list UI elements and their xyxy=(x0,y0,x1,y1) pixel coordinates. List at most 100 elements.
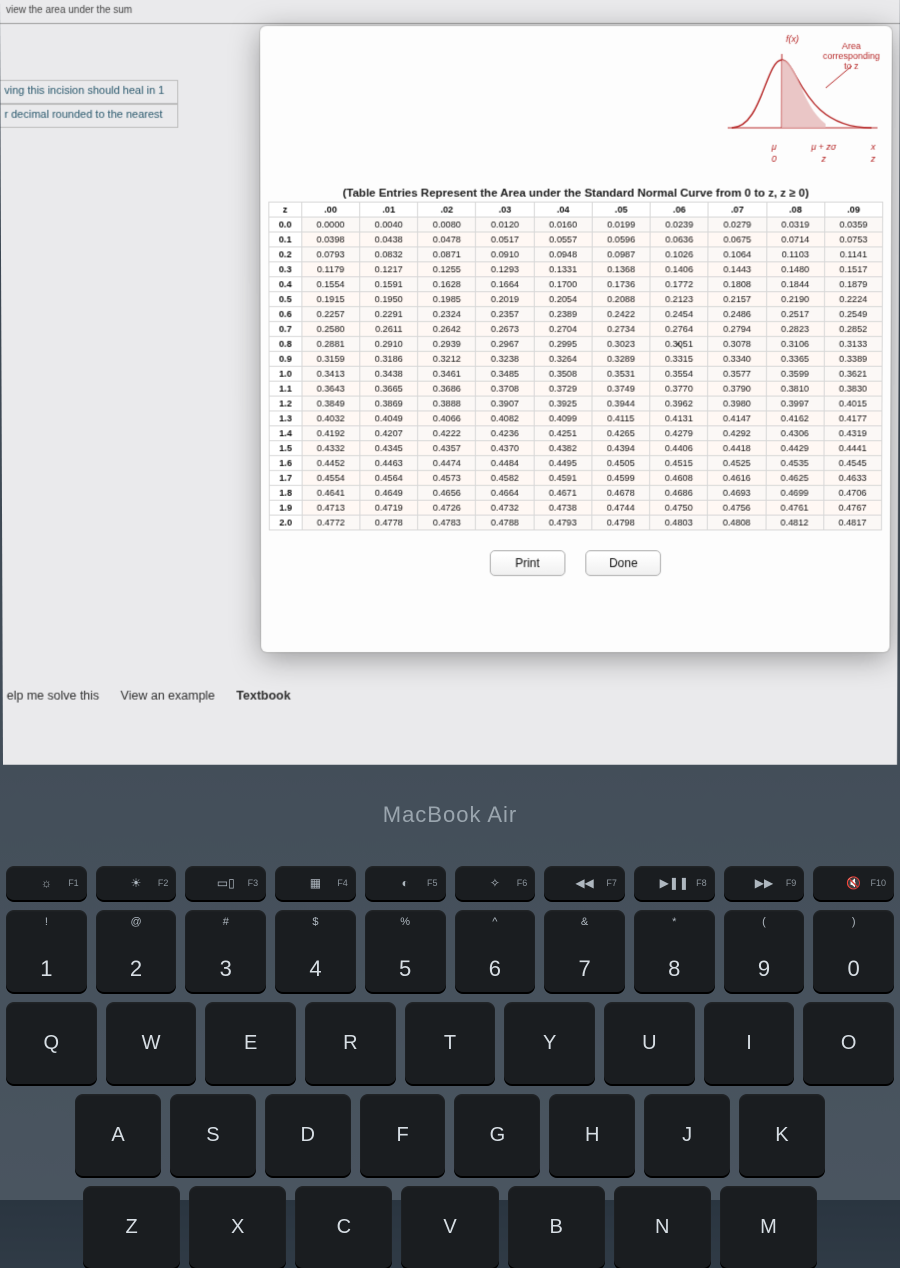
key-2[interactable]: @2 xyxy=(96,910,177,992)
key-7[interactable]: &7 xyxy=(544,910,625,992)
key-5[interactable]: %5 xyxy=(365,910,446,992)
key-b[interactable]: B xyxy=(508,1186,605,1268)
z-cell: 0.3389 xyxy=(824,351,882,366)
key-f2[interactable]: ☀F2 xyxy=(96,866,177,900)
key-q[interactable]: Q xyxy=(6,1002,97,1084)
key-r[interactable]: R xyxy=(305,1002,396,1084)
z-cell: 1.9 xyxy=(269,500,302,515)
done-button[interactable]: Done xyxy=(586,550,662,576)
z-cell: 0.1915 xyxy=(302,292,360,307)
z-cell: 0.3849 xyxy=(302,396,360,411)
key-f6[interactable]: ✧F6 xyxy=(455,866,536,900)
z-cell: 0.0793 xyxy=(302,247,360,262)
key-j[interactable]: J xyxy=(644,1094,730,1176)
table-row: 0.00.00000.00400.00800.01200.01600.01990… xyxy=(269,217,883,232)
view-example[interactable]: View an example xyxy=(121,689,215,703)
fn-icon: ▦ xyxy=(310,876,321,890)
fn-icon: ▭▯ xyxy=(217,876,235,890)
key-e[interactable]: E xyxy=(205,1002,296,1084)
axis-labels-row1: μ μ + zσ x xyxy=(728,142,876,152)
z-cell: 0.0596 xyxy=(592,232,650,247)
key-x[interactable]: X xyxy=(189,1186,286,1268)
z-cell: 0.1879 xyxy=(824,277,882,292)
z-cell: 0.4345 xyxy=(360,441,418,456)
key-z[interactable]: Z xyxy=(83,1186,180,1268)
z-cell: 0.4744 xyxy=(592,500,650,515)
key-y[interactable]: Y xyxy=(504,1002,595,1084)
z-cell: 0.4049 xyxy=(360,411,418,426)
z-cell: 0.4382 xyxy=(534,441,592,456)
key-4[interactable]: $4 xyxy=(275,910,356,992)
z-cell: 0.4756 xyxy=(708,500,766,515)
z-cell: 0.4699 xyxy=(766,485,824,500)
z-cell: 0.0478 xyxy=(418,232,476,247)
key-k[interactable]: K xyxy=(739,1094,825,1176)
key-u[interactable]: U xyxy=(604,1002,695,1084)
z-cell: 0.2764 xyxy=(650,322,708,337)
z-cell: 0.4817 xyxy=(824,515,882,530)
z-cell: 0.2157 xyxy=(708,292,766,307)
z-cell: 0.4554 xyxy=(302,470,360,485)
z-cell: 0.0279 xyxy=(708,217,766,232)
z-cell: 0.4591 xyxy=(534,470,592,485)
print-button[interactable]: Print xyxy=(490,550,566,576)
z-cell: 0.1554 xyxy=(302,277,360,292)
z-cell: 0.3643 xyxy=(302,381,360,396)
key-n[interactable]: N xyxy=(614,1186,711,1268)
table-row: 2.00.47720.47780.47830.47880.47930.47980… xyxy=(269,515,881,530)
key-8[interactable]: *8 xyxy=(634,910,715,992)
z-cell: 0.2088 xyxy=(592,292,650,307)
z-cell: 0.1628 xyxy=(418,277,476,292)
z-cell: 0.3106 xyxy=(766,336,824,351)
z-cell: 0.4292 xyxy=(708,426,766,441)
key-f7[interactable]: ◀◀F7 xyxy=(544,866,625,900)
key-s[interactable]: S xyxy=(170,1094,256,1176)
textbook[interactable]: Textbook xyxy=(236,689,290,703)
key-9[interactable]: (9 xyxy=(724,910,805,992)
table-row: 0.20.07930.08320.08710.09100.09480.09870… xyxy=(269,247,883,262)
key-0[interactable]: )0 xyxy=(813,910,894,992)
z-cell: 0.2910 xyxy=(360,336,418,351)
key-g[interactable]: G xyxy=(454,1094,540,1176)
key-h[interactable]: H xyxy=(549,1094,635,1176)
z-cell: 0.2580 xyxy=(302,322,360,337)
z-cell: 0.0120 xyxy=(476,217,534,232)
z-col-header: .06 xyxy=(650,202,708,217)
key-v[interactable]: V xyxy=(401,1186,498,1268)
key-f10[interactable]: 🔇F10 xyxy=(813,866,894,900)
z-cell: 0.8 xyxy=(269,336,302,351)
z-cell: 0.4678 xyxy=(592,485,650,500)
key-o[interactable]: O xyxy=(803,1002,894,1084)
key-f4[interactable]: ▦F4 xyxy=(275,866,356,900)
key-w[interactable]: W xyxy=(106,1002,197,1084)
key-f[interactable]: F xyxy=(360,1094,446,1176)
z-cell: 0.2881 xyxy=(302,336,360,351)
z-cell: 0.0000 xyxy=(302,217,360,232)
key-f3[interactable]: ▭▯F3 xyxy=(185,866,266,900)
z-cell: 0.1443 xyxy=(708,262,766,277)
z-cell: 1.4 xyxy=(269,426,302,441)
z-cell: 0.3997 xyxy=(766,396,824,411)
table-row: 1.50.43320.43450.43570.43700.43820.43940… xyxy=(269,441,882,456)
key-a[interactable]: A xyxy=(75,1094,161,1176)
z-cell: 0.4418 xyxy=(708,441,766,456)
key-i[interactable]: I xyxy=(704,1002,795,1084)
z-cell: 0.3925 xyxy=(534,396,592,411)
fn-icon: ✧ xyxy=(490,876,500,890)
z-cell: 0.4505 xyxy=(592,456,650,471)
key-6[interactable]: ^6 xyxy=(455,910,536,992)
key-f9[interactable]: ▶▶F9 xyxy=(724,866,805,900)
key-f5[interactable]: ◐F5 xyxy=(365,866,446,900)
z-cell: 0.4474 xyxy=(418,456,476,471)
key-c[interactable]: C xyxy=(295,1186,392,1268)
z-cell: 0.0832 xyxy=(360,247,418,262)
key-f1[interactable]: ☼F1 xyxy=(6,866,87,900)
key-d[interactable]: D xyxy=(265,1094,351,1176)
key-3[interactable]: #3 xyxy=(185,910,266,992)
key-m[interactable]: M xyxy=(720,1186,817,1268)
key-f8[interactable]: ▶❚❚F8 xyxy=(634,866,715,900)
help-me-solve[interactable]: elp me solve this xyxy=(7,689,100,703)
key-t[interactable]: T xyxy=(405,1002,496,1084)
z-cell: 0.1844 xyxy=(766,277,824,292)
key-1[interactable]: !1 xyxy=(6,910,87,992)
